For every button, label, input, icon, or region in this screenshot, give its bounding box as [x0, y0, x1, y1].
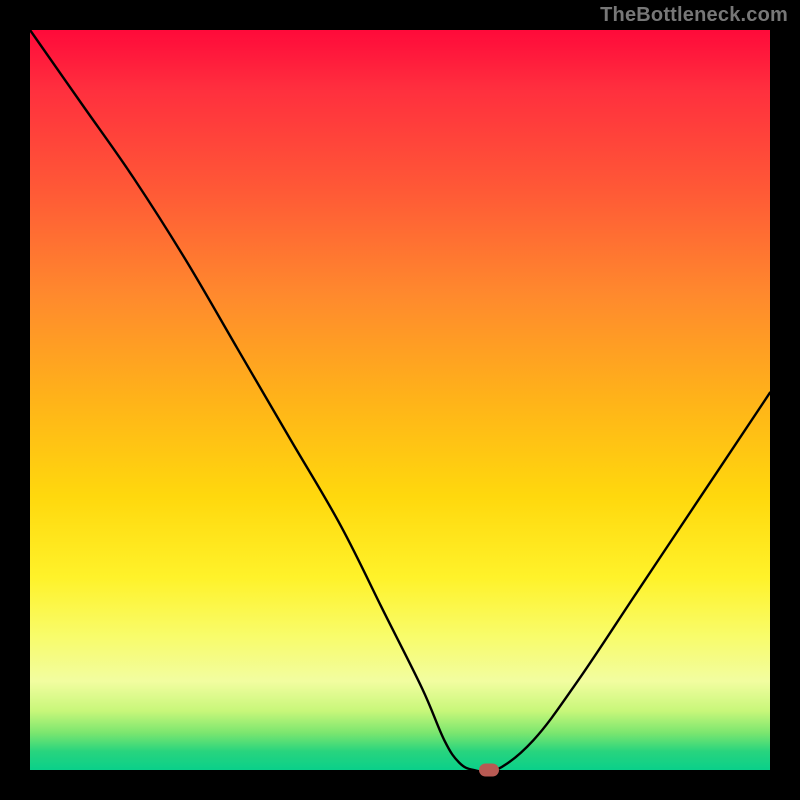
plot-area — [30, 30, 770, 770]
watermark-text: TheBottleneck.com — [600, 4, 788, 27]
optimal-point-marker — [479, 764, 499, 777]
bottleneck-curve — [30, 30, 770, 770]
chart-frame: TheBottleneck.com — [0, 0, 800, 800]
